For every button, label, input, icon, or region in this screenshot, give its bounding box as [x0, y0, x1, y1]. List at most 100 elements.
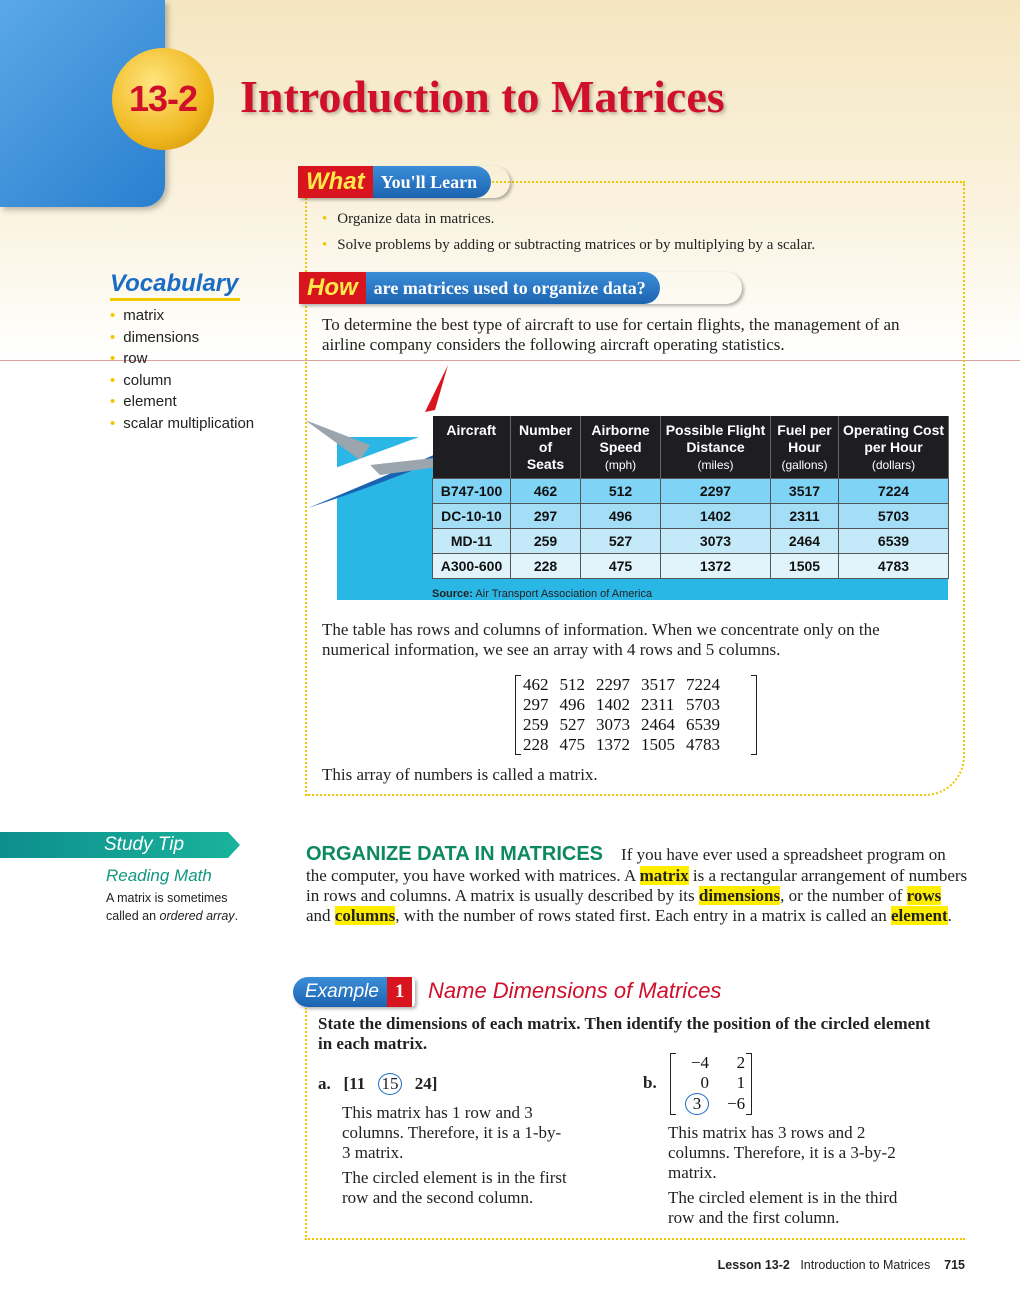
- table-cell: 259: [510, 527, 581, 554]
- matrix-entry: 2464: [641, 715, 675, 734]
- matrix-row: −4 2: [675, 1053, 753, 1073]
- vocab-term: dimensions: [698, 886, 781, 905]
- column-header: Aircraft: [432, 416, 511, 478]
- para-array: The table has rows and columns of inform…: [322, 620, 880, 659]
- header-line: Operating Cost: [842, 422, 945, 438]
- matrix-entry: 228: [523, 735, 549, 754]
- matrix-entry: −6: [717, 1093, 753, 1115]
- table-cell: 2297: [660, 477, 771, 504]
- vocab-term: columns: [334, 906, 396, 925]
- part-a-text2: The circled element is in the first row …: [342, 1168, 567, 1207]
- table-cell: A300-600: [432, 552, 511, 579]
- vocab-item: matrix: [110, 307, 290, 329]
- header-line: (mph): [604, 458, 637, 472]
- matrix-row: 228 475 1372 1505 4783: [520, 735, 728, 755]
- header-line: Fuel per: [777, 422, 832, 438]
- how-label: are matrices used to organize data?: [365, 272, 660, 304]
- matrix-entry: 6539: [686, 715, 720, 734]
- part-b-text1: This matrix has 3 rows and 2 columns. Th…: [668, 1123, 896, 1182]
- header-line: Speed: [599, 439, 642, 455]
- what-youll-learn-banner: What You'll Learn: [298, 166, 510, 198]
- header-line: per Hour: [864, 439, 923, 455]
- learn-item: Solve problems by adding or subtracting …: [322, 237, 952, 254]
- matrix-value: 0: [700, 1073, 710, 1092]
- lesson-number-badge: 13-2: [112, 48, 214, 150]
- table-row: DC-10-10 297 496 1402 2311 5703: [432, 502, 949, 529]
- header-line: Possible Flight: [665, 422, 766, 438]
- header-line: (dollars): [871, 458, 916, 472]
- matrix-entry: 3073: [596, 715, 630, 734]
- reading-math-heading: Reading Math: [106, 866, 212, 885]
- vocab-item: dimensions: [110, 329, 290, 351]
- matrix-entry: [11: [343, 1074, 366, 1093]
- study-tip-banner: Study Tip: [0, 832, 240, 858]
- matrix-entry: 0: [675, 1073, 717, 1093]
- matrix-entry: 2311: [641, 695, 675, 714]
- part-b-text2: The circled element is in the third row …: [668, 1188, 898, 1227]
- matrix-row: 297 496 1402 2311 5703: [520, 695, 728, 715]
- table-cell: B747-100: [432, 477, 511, 504]
- column-header: Number of Seats: [510, 416, 581, 478]
- part-a-text1: This matrix has 1 row and 3 columns. The…: [342, 1103, 562, 1162]
- matrix-entry: 512: [559, 675, 586, 694]
- part-a-label: a.: [318, 1074, 331, 1093]
- how-banner: How are matrices used to organize data?: [299, 272, 742, 304]
- how-tag: How: [299, 272, 366, 304]
- header-line: of: [538, 439, 553, 455]
- vocab-item: column: [110, 372, 290, 394]
- table-cell: DC-10-10: [432, 502, 511, 529]
- header-line: Distance: [686, 439, 745, 455]
- matrix-entry: 259: [523, 715, 549, 734]
- vocab-item: scalar multiplication: [110, 415, 290, 437]
- table-cell: 5703: [838, 502, 949, 529]
- table-cell: 1402: [660, 502, 771, 529]
- column-header: Airborne Speed (mph): [580, 416, 661, 478]
- vocab-item: row: [110, 350, 290, 372]
- matrix-entry: 1402: [596, 695, 630, 714]
- table-cell: MD-11: [432, 527, 511, 554]
- column-header: Possible Flight Distance (miles): [660, 416, 771, 478]
- vocab-term: rows: [906, 886, 942, 905]
- example-tag: Example: [293, 977, 387, 1007]
- text: and: [306, 906, 335, 925]
- table-row: B747-100 462 512 2297 3517 7224: [432, 477, 949, 504]
- page-number: 715: [944, 1258, 965, 1272]
- table-row: A300-600 228 475 1372 1505 4783: [432, 552, 949, 579]
- circled-element: 3: [685, 1093, 709, 1115]
- source-label: Source:: [432, 588, 473, 600]
- para-matrix: This array of numbers is called a matrix…: [322, 765, 598, 784]
- learn-list: Organize data in matrices. Solve problem…: [322, 211, 952, 254]
- matrix-value: 2: [736, 1053, 746, 1072]
- column-header: Fuel per Hour (gallons): [770, 416, 839, 478]
- table-cell: 2311: [770, 502, 839, 529]
- table-cell: 6539: [838, 527, 949, 554]
- table-cell: 7224: [838, 477, 949, 504]
- matrix-entry: 5703: [686, 695, 720, 714]
- header-line: Airborne: [591, 422, 650, 438]
- part-b-label: b.: [643, 1073, 657, 1092]
- part-a-matrix: a. [11 15 24]: [318, 1073, 518, 1095]
- header-line: Hour: [788, 439, 821, 455]
- example-banner: Example 1: [293, 977, 415, 1007]
- table-cell: 462: [510, 477, 581, 504]
- what-label: You'll Learn: [372, 166, 492, 198]
- example-prompt: State the dimensions of each matrix. The…: [318, 1014, 931, 1053]
- text: , or the number of: [780, 886, 907, 905]
- matrix-entry: 3517: [641, 675, 675, 694]
- matrix-entry: 297: [523, 695, 549, 714]
- page-title: Introduction to Matrices: [240, 71, 725, 122]
- matrix-entry: 475: [559, 735, 586, 754]
- vocab-term: element: [890, 906, 948, 925]
- how-text: To determine the best type of aircraft t…: [322, 315, 900, 354]
- header-line: Aircraft: [446, 422, 497, 438]
- tip-text: .: [234, 909, 239, 923]
- example-title: Name Dimensions of Matrices: [428, 978, 722, 1003]
- matrix-row: 462 512 2297 3517 7224: [520, 675, 728, 695]
- matrix-row: 01: [675, 1073, 753, 1093]
- table-cell: 1505: [770, 552, 839, 579]
- matrix-row: 259 527 3073 2464 6539: [520, 715, 728, 735]
- header-line: (gallons): [781, 458, 828, 472]
- header-line: Seats: [526, 456, 565, 472]
- table-cell: 496: [580, 502, 661, 529]
- vocabulary-list: matrix dimensions row column element sca…: [110, 307, 290, 436]
